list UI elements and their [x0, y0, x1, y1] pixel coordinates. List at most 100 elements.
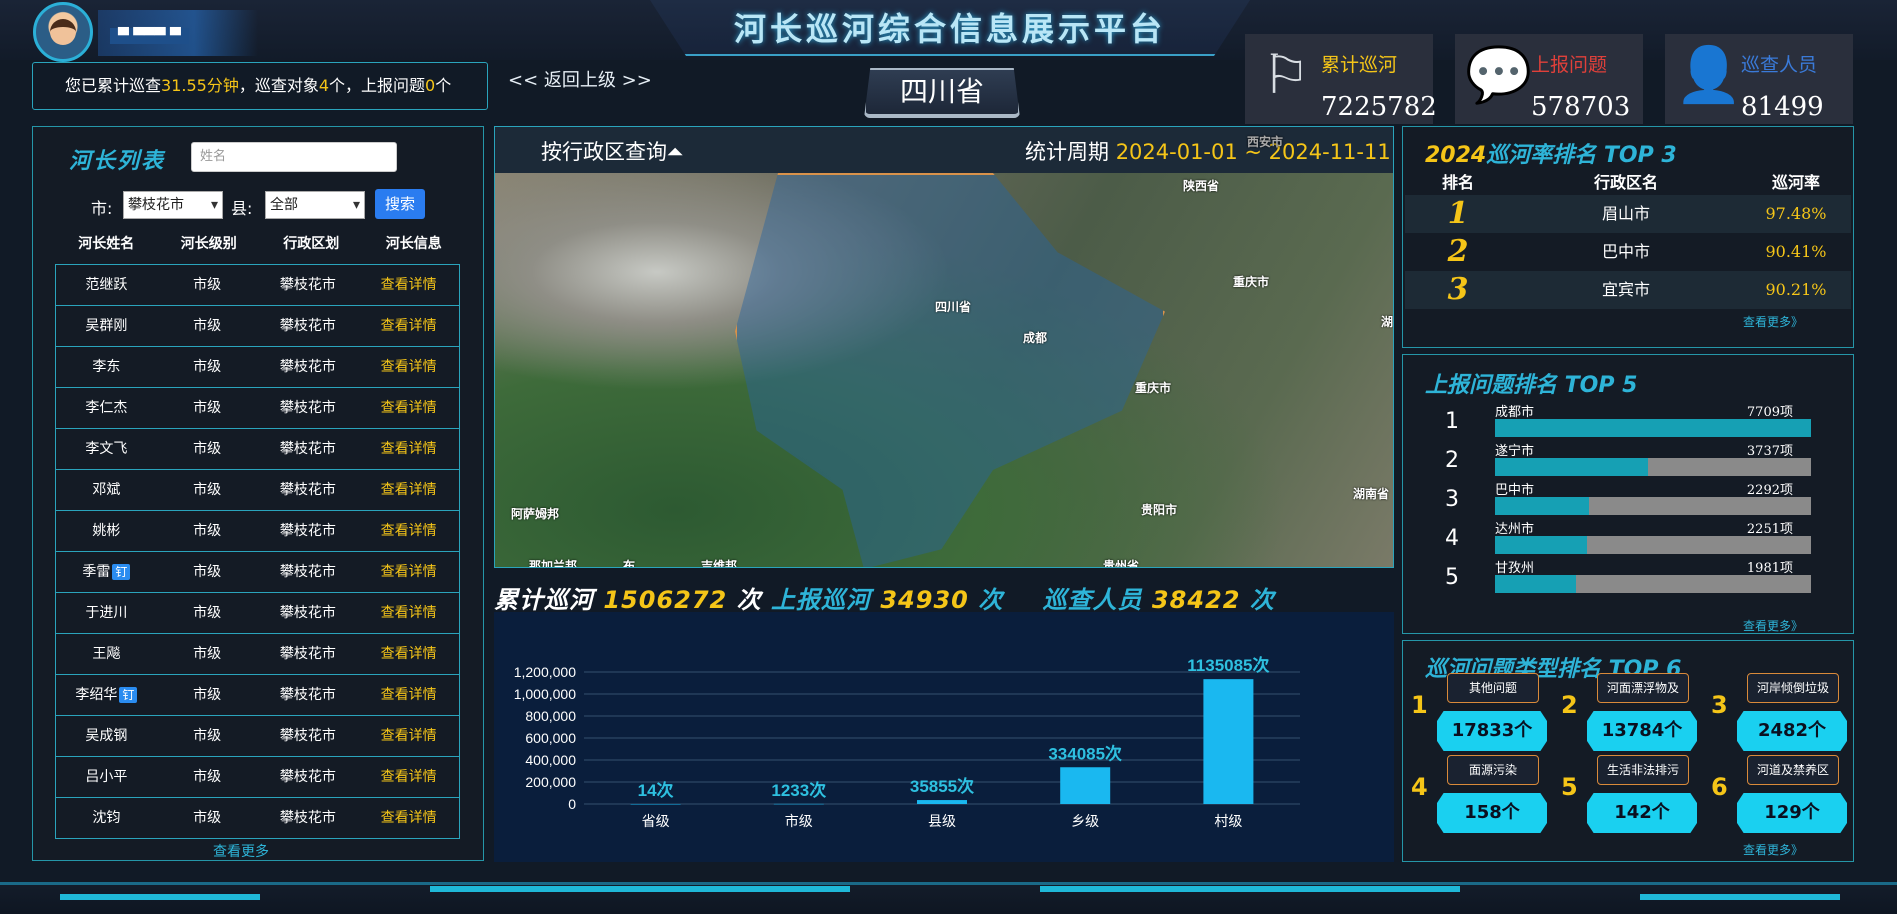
province-selector[interactable]: 四川省: [864, 68, 1020, 118]
view-detail-link[interactable]: 查看详情: [358, 675, 459, 715]
ranking-row: 3 宜宾市 90.21%: [1405, 271, 1851, 309]
bar[interactable]: [917, 800, 967, 804]
progress-track: [1495, 536, 1811, 554]
city-select[interactable]: 攀枝花市: [123, 191, 223, 219]
view-detail-link[interactable]: 查看详情: [358, 347, 459, 387]
chief-name: 姚彬: [56, 511, 157, 551]
person-icon: 👤: [1675, 43, 1743, 106]
chief-level: 市级: [193, 441, 222, 457]
view-detail-link[interactable]: 查看详情: [358, 388, 459, 428]
view-detail-link[interactable]: 查看详情: [358, 429, 459, 469]
county-label: 县:: [231, 199, 253, 218]
more-link[interactable]: 查看更多》: [1743, 313, 1803, 330]
chief-region: 攀枝花市: [279, 482, 336, 498]
view-detail-link[interactable]: 查看详情: [358, 306, 459, 346]
chief-region: 攀枝花市: [279, 810, 336, 826]
region-query-dropdown[interactable]: 按行政区查询⏶: [541, 136, 684, 166]
chief-name-text: 李绍华: [75, 687, 118, 703]
chief-name-text: 于进川: [85, 605, 128, 621]
issue-ranking-panel: 上报问题排名 TOP 5 1 成都市 7709项 2 遂宁市 3737项 3 巴中市 2292项…: [1402, 354, 1854, 634]
chief-name: 邓斌: [56, 470, 157, 510]
panel-title: 河长列表: [69, 149, 166, 174]
chief-region: 攀枝花市: [279, 400, 336, 416]
chief-name: 李仁杰: [56, 388, 157, 428]
chief-level: 市级: [193, 359, 222, 375]
x-tick-label: 市级: [785, 813, 813, 829]
bottom-decoration: [430, 886, 850, 892]
chief-region: 攀枝花市: [279, 646, 336, 662]
column-header: 河长级别: [180, 236, 237, 252]
issue-type-item: 3 河岸倾倒垃圾 2482个: [1711, 673, 1861, 751]
map-label: 西安市: [1247, 135, 1284, 149]
map-label: 四川省: [935, 300, 972, 314]
caret-up-icon: ⏶: [667, 140, 684, 164]
column-header: 行政区划: [283, 236, 340, 252]
view-detail-link[interactable]: 查看详情: [358, 511, 459, 551]
chief-name-text: 王飚: [92, 646, 121, 662]
back-link[interactable]: << 返回上级 >>: [508, 66, 652, 92]
progress-fill: [1495, 419, 1811, 437]
bottom-decoration: [1040, 886, 1460, 892]
chief-level: 市级: [193, 564, 222, 580]
bar[interactable]: [1060, 767, 1111, 804]
view-detail-link[interactable]: 查看详情: [358, 634, 459, 674]
y-tick-label: 400,000: [525, 752, 576, 768]
map-label: 吉维邦: [701, 559, 738, 568]
sichuan-region[interactable]: [735, 173, 1165, 567]
chief-level: 市级: [193, 605, 222, 621]
avatar[interactable]: [33, 2, 93, 62]
x-tick-label: 县级: [928, 813, 956, 829]
stat-label: 上报问题: [1531, 54, 1608, 76]
summary-text: ，巡查对象: [238, 76, 319, 95]
view-detail-link[interactable]: 查看详情: [358, 593, 459, 633]
y-tick-label: 1,200,000: [514, 664, 576, 680]
summary-label: 上报巡河: [770, 586, 871, 614]
name-search-input[interactable]: 姓名: [191, 142, 397, 172]
panel-title: 上报问题排名 TOP 5: [1425, 373, 1638, 398]
rank-number: 1: [1447, 196, 1469, 231]
map-panel: 按行政区查询⏶ 统计周期 2024-01-01 ~ 2024-11-11 西安市…: [494, 126, 1394, 568]
view-detail-link[interactable]: 查看详情: [358, 716, 459, 756]
satellite-map[interactable]: 西安市 陕西省 四川省 成都 重庆市 重庆市 湖 湖南省 贵阳市 贵州省 阿萨姆…: [495, 135, 1393, 568]
view-detail-link[interactable]: 查看详情: [358, 757, 459, 797]
bar[interactable]: [630, 803, 681, 805]
more-link[interactable]: 查看更多》: [1743, 841, 1803, 858]
view-detail-link[interactable]: 查看详情: [358, 265, 459, 305]
chief-level: 市级: [193, 318, 222, 334]
issue-rank-item: 4 达州市 2251项: [1425, 518, 1835, 556]
region-name: 甘孜州: [1495, 561, 1535, 576]
view-detail-link[interactable]: 查看详情: [358, 552, 459, 592]
chief-name: 李文飞: [56, 429, 157, 469]
search-button[interactable]: 搜索: [375, 189, 425, 219]
view-detail-link[interactable]: 查看详情: [358, 798, 459, 838]
view-detail-link[interactable]: 查看详情: [358, 470, 459, 510]
chief-name: 季雷钉: [56, 552, 157, 592]
chief-name-text: 李仁杰: [85, 400, 128, 416]
region-name: 宜宾市: [1601, 280, 1650, 299]
rank-index: 1: [1445, 409, 1459, 434]
chief-region: 攀枝花市: [279, 564, 336, 580]
table-row: 吕小平 市级 攀枝花市 查看详情: [56, 757, 459, 798]
map-label: 阿萨姆邦: [511, 507, 560, 521]
chief-region: 攀枝花市: [279, 441, 336, 457]
progress-fill: [1495, 497, 1589, 515]
chief-region: 攀枝花市: [279, 523, 336, 539]
issue-type-count: 142个: [1587, 793, 1697, 833]
chief-region: 攀枝花市: [279, 318, 336, 334]
bar[interactable]: [1203, 679, 1254, 804]
map-label: 布: [623, 559, 636, 568]
county-select[interactable]: 全部: [265, 191, 365, 219]
more-link[interactable]: 查看更多》: [1743, 617, 1803, 634]
river-chief-panel: 河长列表 姓名 市: 攀枝花市 县: 全部 搜索 河长姓名 河长级别 行政区划 …: [32, 126, 484, 861]
chief-name-text: 李文飞: [85, 441, 128, 457]
bar-value-label: 334085次: [1048, 743, 1122, 763]
issue-count: 1981项: [1746, 561, 1793, 576]
table-row: 吴成钢 市级 攀枝花市 查看详情: [56, 716, 459, 757]
table-row: 沈钧 市级 攀枝花市 查看详情: [56, 798, 459, 839]
bar[interactable]: [773, 803, 824, 805]
summary-text: 您已累计巡查: [65, 76, 162, 95]
more-link[interactable]: 查看更多: [213, 841, 269, 861]
chief-region: 攀枝花市: [279, 359, 336, 375]
table-row: 季雷钉 市级 攀枝花市 查看详情: [56, 552, 459, 593]
dingtalk-badge: 钉: [112, 564, 131, 580]
